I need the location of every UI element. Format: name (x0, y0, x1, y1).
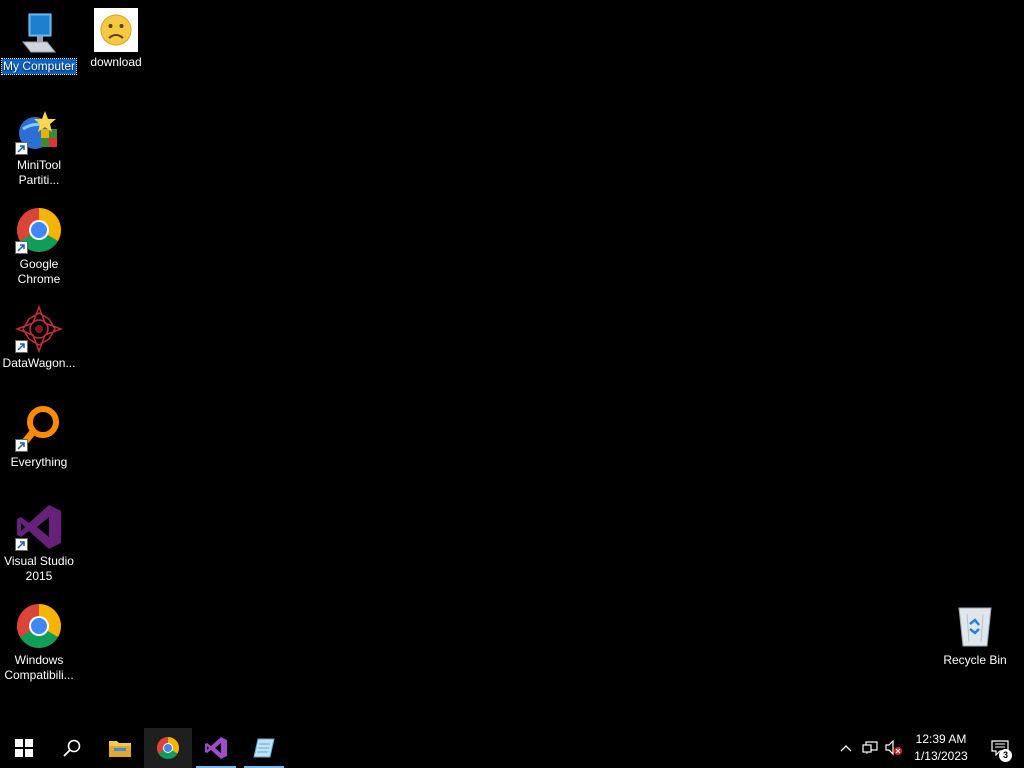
everything-shortcut[interactable]: Everything (1, 404, 77, 470)
download-label: download (90, 55, 142, 69)
taskbar: 12:39 AM 1/13/2023 3 (0, 728, 1024, 768)
visual-studio-label: Visual Studio 2015 (4, 554, 74, 583)
chrome-taskbar-button[interactable] (144, 728, 192, 768)
clock[interactable]: 12:39 AM 1/13/2023 (906, 728, 976, 768)
shortcut-arrow-icon (15, 538, 28, 551)
datawagon-label: DataWagon... (2, 356, 76, 370)
notepad-taskbar-button[interactable] (240, 728, 288, 768)
clock-time: 12:39 AM (915, 732, 967, 746)
my-computer-label: My Computer (0, 58, 78, 75)
visual-studio-icon (15, 503, 63, 551)
windows-compatibility-shortcut[interactable]: Windows Compatibili... (1, 602, 77, 683)
show-hidden-icons-button[interactable] (834, 728, 858, 768)
volume-muted-icon (885, 740, 902, 756)
visual-studio-taskbar-button[interactable] (192, 728, 240, 768)
recycle-bin[interactable]: Recycle Bin (937, 602, 1013, 668)
shortcut-arrow-icon (15, 241, 28, 254)
search-icon (63, 739, 81, 757)
volume-button[interactable] (882, 728, 906, 768)
start-button[interactable] (0, 728, 48, 768)
network-icon (862, 741, 878, 754)
network-button[interactable] (858, 728, 882, 768)
windows-compatibility-label: Windows Compatibili... (4, 653, 74, 682)
everything-search-icon (15, 404, 63, 452)
notepad-icon (253, 738, 275, 758)
chevron-up-icon (840, 745, 852, 752)
windows-logo-icon (15, 739, 33, 757)
download-file-icon[interactable]: download (78, 8, 154, 70)
datawagon-shortcut[interactable]: DataWagon... (1, 305, 77, 371)
shortcut-arrow-icon (15, 340, 28, 353)
visual-studio-shortcut[interactable]: Visual Studio 2015 (1, 503, 77, 584)
chrome-icon (157, 737, 179, 759)
system-tray: 12:39 AM 1/13/2023 3 (834, 728, 1024, 768)
shortcut-arrow-icon (15, 142, 28, 155)
minitool-label: MiniTool Partiti... (16, 158, 61, 187)
sad-face-image-icon (94, 8, 138, 52)
action-center-button[interactable]: 3 (976, 728, 1024, 768)
shortcut-arrow-icon (15, 439, 28, 452)
chrome-icon (15, 602, 63, 650)
minitool-partition-icon (15, 107, 63, 155)
my-computer-icon[interactable]: My Computer (0, 8, 78, 75)
computer-icon (15, 8, 63, 56)
recycle-bin-icon (951, 602, 999, 650)
search-button[interactable] (48, 728, 96, 768)
folder-icon (109, 741, 131, 757)
visual-studio-icon (205, 737, 227, 759)
notification-count-badge: 3 (999, 749, 1012, 762)
file-explorer-button[interactable] (96, 728, 144, 768)
recycle-bin-label: Recycle Bin (943, 653, 1007, 667)
google-chrome-label: Google Chrome (17, 257, 61, 286)
desktop: My Computer download MiniTool Partiti...… (0, 0, 1024, 728)
chrome-icon (15, 206, 63, 254)
google-chrome-shortcut[interactable]: Google Chrome (1, 206, 77, 287)
everything-label: Everything (10, 455, 68, 469)
clock-date: 1/13/2023 (914, 749, 968, 763)
minitool-shortcut[interactable]: MiniTool Partiti... (1, 107, 77, 188)
datawagon-icon (15, 305, 63, 353)
